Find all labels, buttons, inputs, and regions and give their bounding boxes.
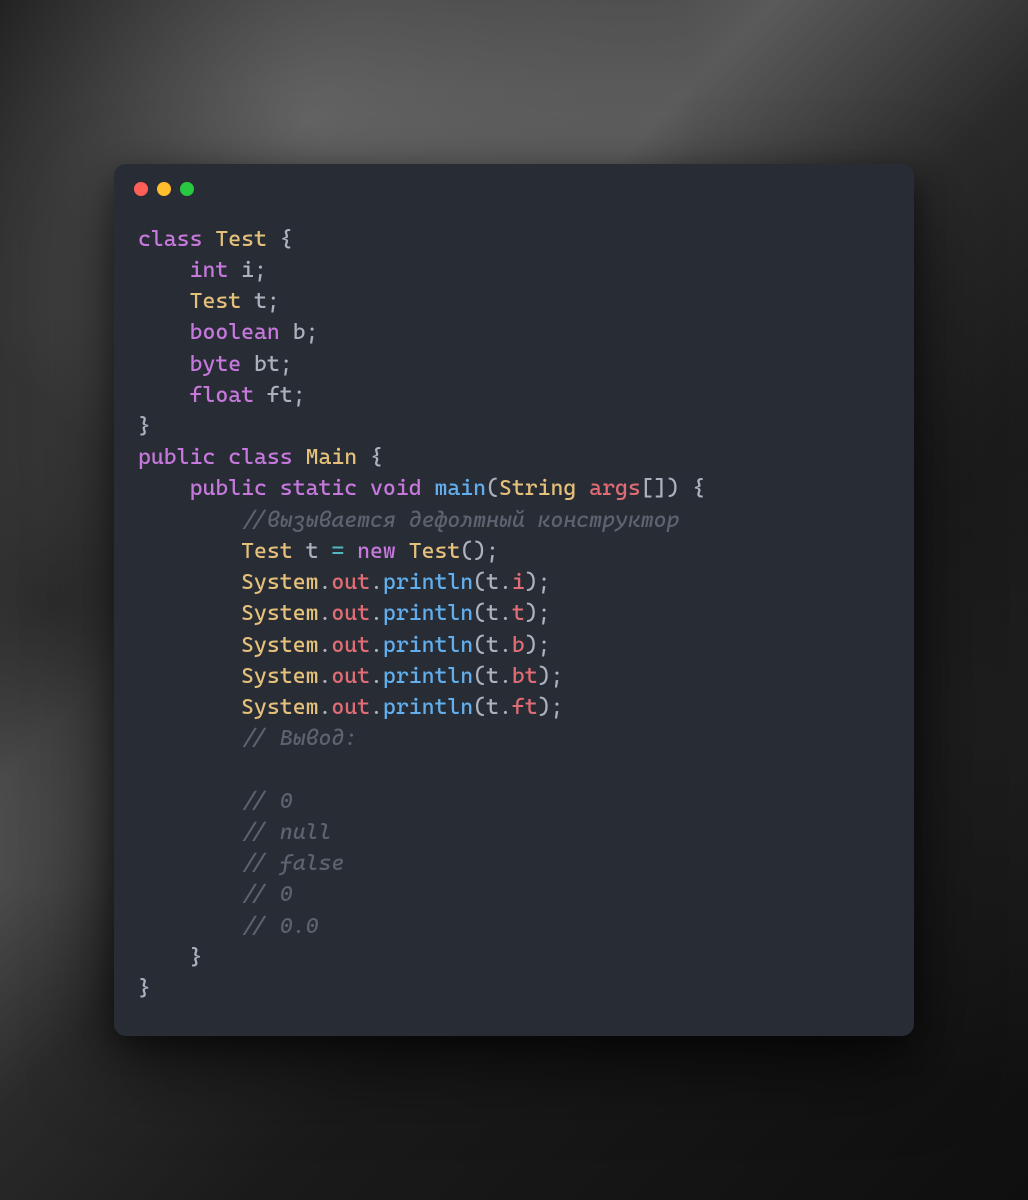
code-line: byte bt;	[138, 352, 293, 377]
code-line: boolean b;	[138, 320, 318, 345]
code-line: // null	[138, 820, 331, 845]
code-line: // false	[138, 851, 344, 876]
code-line: // Вывод:	[138, 726, 357, 751]
code-line: System.out.println(t.i);	[138, 570, 551, 595]
code-line: System.out.println(t.b);	[138, 633, 551, 658]
code-line: //вызывается дефолтный конструктор	[138, 508, 679, 533]
code-line: System.out.println(t.bt);	[138, 664, 563, 689]
code-line: float ft;	[138, 383, 306, 408]
code-line: Test t;	[138, 289, 280, 314]
code-window: class Test { int i; Test t; boolean b; b…	[114, 164, 914, 1037]
close-icon[interactable]	[134, 182, 148, 196]
code-line: // 0	[138, 789, 293, 814]
minimize-icon[interactable]	[157, 182, 171, 196]
code-line: // 0	[138, 882, 293, 907]
code-line: class Test {	[138, 227, 293, 252]
window-titlebar	[114, 164, 914, 204]
code-line: Test t = new Test();	[138, 539, 499, 564]
code-line: }	[138, 945, 202, 970]
code-line: System.out.println(t.ft);	[138, 695, 563, 720]
code-line: public class Main {	[138, 445, 383, 470]
code-line: }	[138, 414, 151, 439]
maximize-icon[interactable]	[180, 182, 194, 196]
code-line: // 0.0	[138, 914, 318, 939]
code-line: System.out.println(t.t);	[138, 601, 551, 626]
code-line: int i;	[138, 258, 267, 283]
code-line: public static void main(String args[]) {	[138, 476, 705, 501]
code-line: }	[138, 976, 151, 1001]
code-editor: class Test { int i; Test t; boolean b; b…	[114, 204, 914, 1037]
